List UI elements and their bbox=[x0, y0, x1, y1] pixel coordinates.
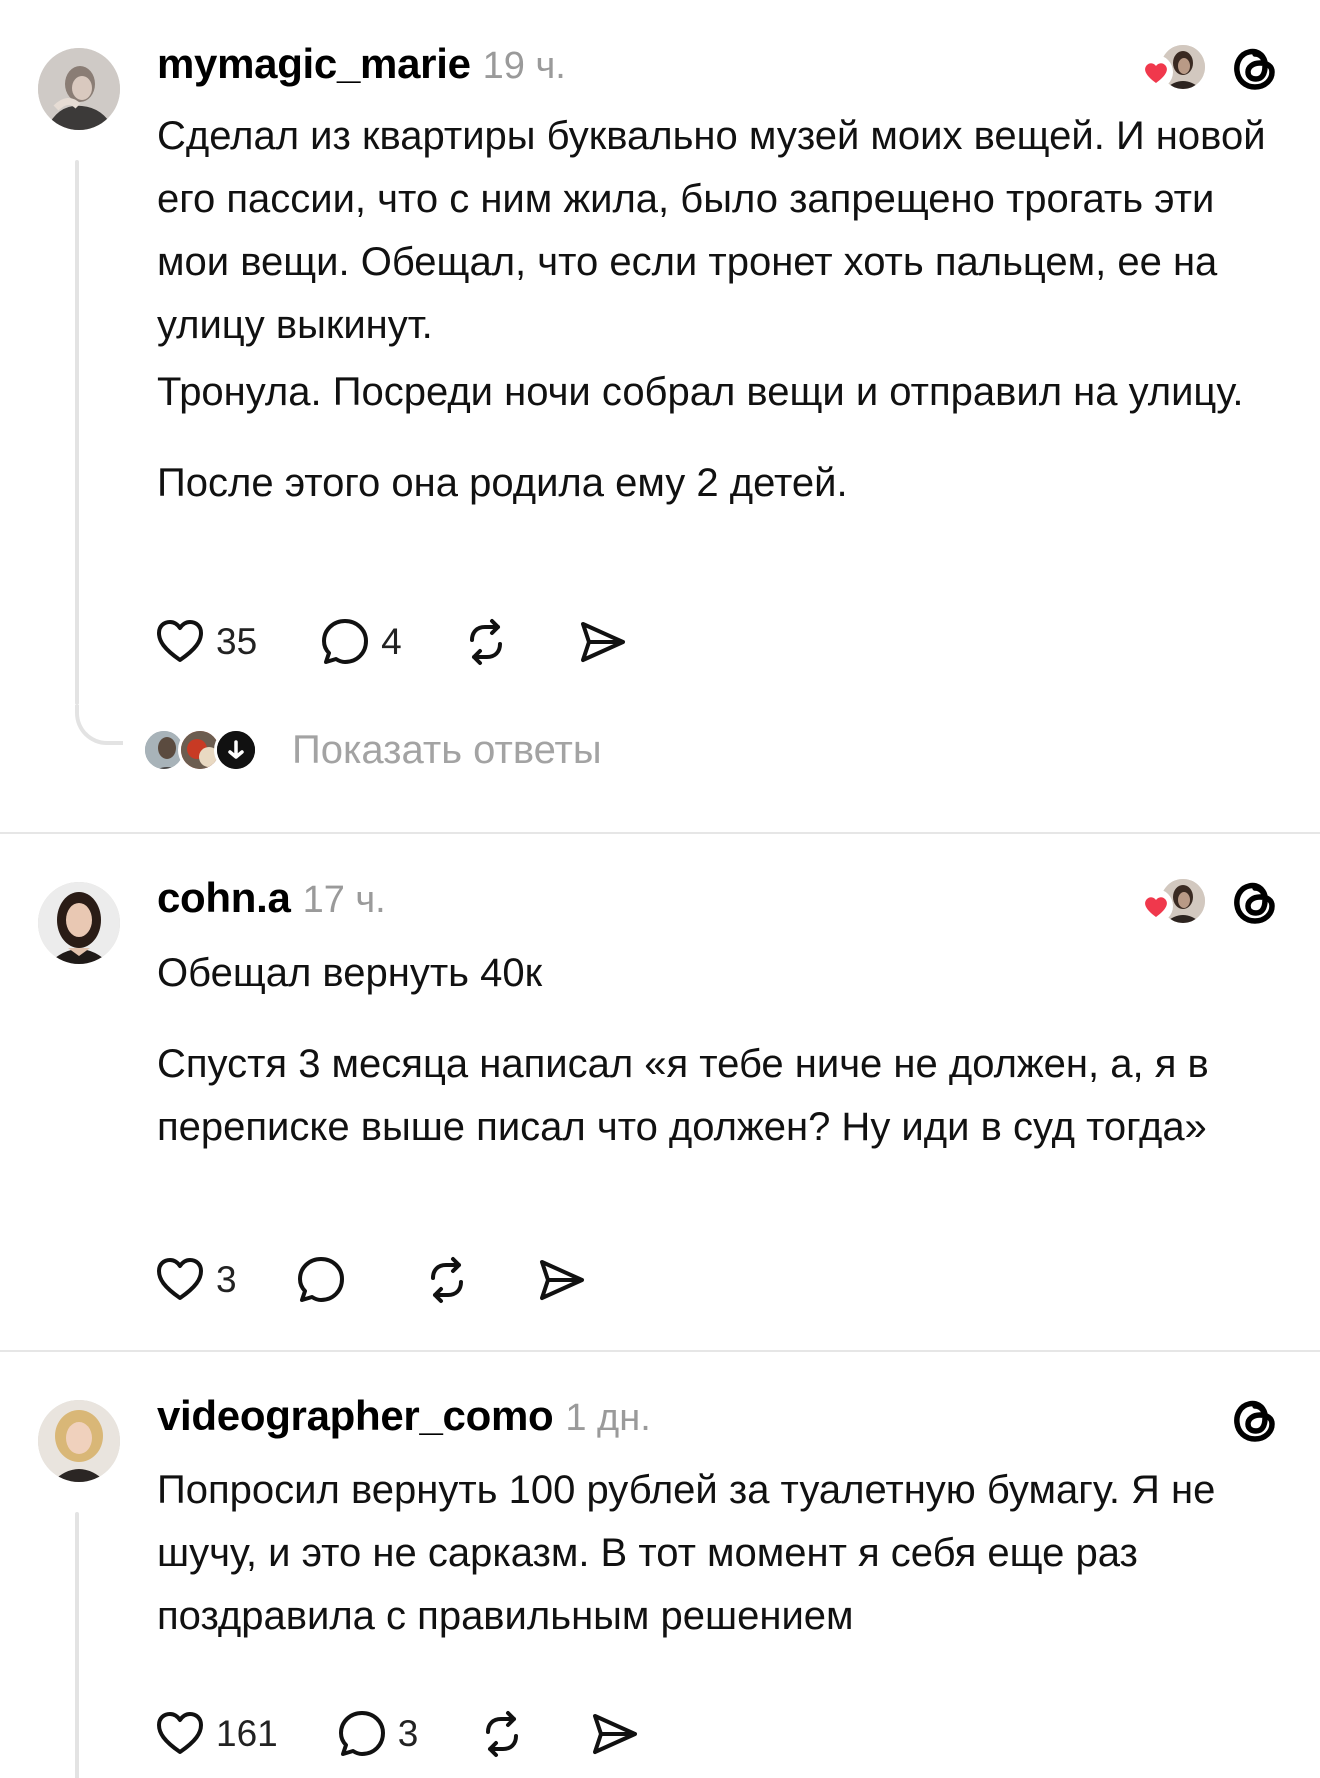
post-paragraph: Спустя 3 месяца написал «я тебе ниче не … bbox=[157, 1042, 1209, 1149]
like-button[interactable]: 35 bbox=[152, 614, 257, 670]
repost-arrows-icon bbox=[486, 1711, 519, 1757]
username[interactable]: cohn.a bbox=[157, 874, 291, 922]
thread-line bbox=[75, 1512, 79, 1778]
like-button[interactable]: 161 bbox=[152, 1706, 278, 1762]
post-paragraph: Попросил вернуть 100 рублей за туалетную… bbox=[157, 1468, 1216, 1638]
reply-count: 4 bbox=[381, 621, 402, 662]
post-text: Попросил вернуть 100 рублей за туалетную… bbox=[157, 1459, 1287, 1648]
username[interactable]: videographer_como bbox=[157, 1392, 554, 1440]
like-count: 161 bbox=[216, 1713, 278, 1754]
threads-logo-icon[interactable] bbox=[1229, 876, 1281, 928]
expand-replies bbox=[214, 728, 258, 772]
share-button[interactable] bbox=[533, 1252, 589, 1308]
post-corner bbox=[1135, 38, 1281, 98]
threads-logo-icon[interactable] bbox=[1229, 42, 1281, 94]
username[interactable]: mymagic_marie bbox=[157, 40, 471, 88]
post-header: cohn.a 17 ч. bbox=[157, 874, 386, 924]
repost-button[interactable] bbox=[474, 1706, 530, 1762]
heart-outline-icon bbox=[157, 1258, 203, 1300]
action-bar: 35 4 bbox=[152, 614, 630, 670]
reply-button[interactable]: 4 bbox=[317, 614, 402, 670]
action-bar: 3 bbox=[152, 1252, 589, 1308]
thread-connector bbox=[75, 705, 123, 745]
post-header: videographer_como 1 дн. bbox=[157, 1392, 651, 1442]
post-paragraph: После этого она родила ему 2 детей. bbox=[157, 461, 848, 505]
avatar[interactable] bbox=[38, 882, 120, 964]
arrow-down-icon bbox=[217, 731, 255, 769]
repost-arrows-icon bbox=[430, 1257, 463, 1303]
repost-button[interactable] bbox=[458, 614, 514, 670]
timestamp: 17 ч. bbox=[302, 879, 386, 921]
comment-bubble-icon bbox=[338, 1711, 385, 1756]
avatar[interactable] bbox=[38, 1400, 120, 1482]
like-button[interactable]: 3 bbox=[152, 1252, 237, 1308]
post-paragraph: Тронула. Посреди ночи собрал вещи и отпр… bbox=[157, 370, 1244, 414]
reply-count: 3 bbox=[397, 1713, 419, 1754]
action-bar: 161 3 bbox=[152, 1706, 642, 1762]
reply-button[interactable]: 3 bbox=[334, 1706, 419, 1762]
thread-line bbox=[75, 160, 79, 705]
post-paragraph: Обещал вернуть 40к bbox=[157, 951, 543, 995]
post-text: Обещал вернуть 40к Спустя 3 месяца напис… bbox=[157, 942, 1287, 1159]
heart-outline-icon bbox=[157, 620, 203, 662]
post-corner bbox=[1135, 872, 1281, 932]
paper-plane-icon bbox=[539, 1260, 584, 1300]
like-count: 35 bbox=[216, 621, 258, 662]
red-heart-icon bbox=[1139, 889, 1173, 923]
post-corner bbox=[1229, 1390, 1281, 1450]
paper-plane-icon bbox=[580, 622, 625, 662]
repost-button[interactable] bbox=[419, 1252, 475, 1308]
liked-by-author bbox=[1135, 43, 1205, 93]
show-replies-label: Показать ответы bbox=[292, 727, 602, 772]
comment-bubble-icon bbox=[297, 1257, 344, 1302]
repost-arrows-icon bbox=[469, 619, 502, 665]
share-button[interactable] bbox=[574, 614, 630, 670]
post-text: Сделал из квартиры буквально музей моих … bbox=[157, 105, 1287, 515]
liked-by-author bbox=[1135, 877, 1205, 927]
reply-button[interactable] bbox=[293, 1252, 349, 1308]
heart-outline-icon bbox=[157, 1712, 203, 1754]
threads-logo-icon[interactable] bbox=[1229, 1394, 1281, 1446]
like-count: 3 bbox=[216, 1259, 237, 1300]
comment-post-1: mymagic_marie 19 ч. Сделал из квартиры б… bbox=[0, 0, 1320, 830]
paper-plane-icon bbox=[593, 1714, 638, 1754]
timestamp: 1 дн. bbox=[565, 1397, 651, 1439]
comment-post-3: videographer_como 1 дн. Попросил вернуть… bbox=[0, 1352, 1320, 1778]
comment-bubble-icon bbox=[322, 619, 369, 664]
avatar[interactable] bbox=[38, 48, 120, 130]
share-button[interactable] bbox=[586, 1706, 642, 1762]
timestamp: 19 ч. bbox=[482, 45, 566, 87]
comment-post-2: cohn.a 17 ч. Обещал вернуть 40к Спустя 3… bbox=[0, 834, 1320, 1350]
post-header: mymagic_marie 19 ч. bbox=[157, 40, 566, 90]
show-replies-button[interactable]: Показать ответы bbox=[142, 722, 602, 778]
post-paragraph: Сделал из квартиры буквально музей моих … bbox=[157, 114, 1266, 347]
red-heart-icon bbox=[1139, 55, 1173, 89]
reply-avatars bbox=[142, 725, 272, 775]
